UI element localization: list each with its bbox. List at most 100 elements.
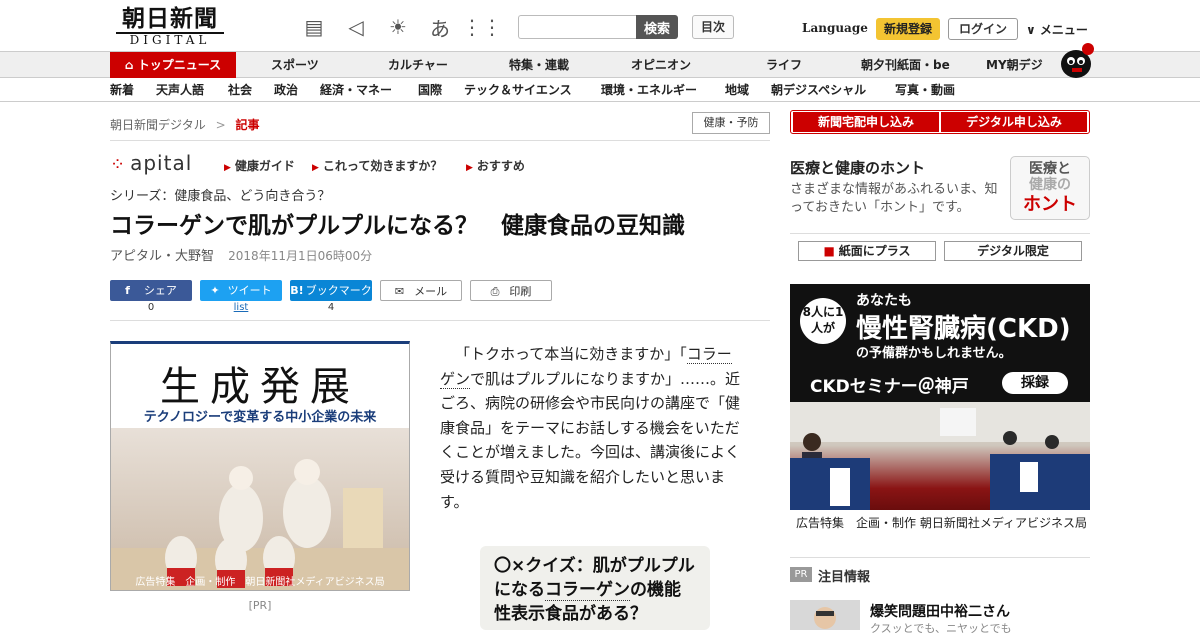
sub-nav: 新着 天声人語 社会 政治 経済・マネー 国際 テック＆サイエンス 環境・エネル…	[0, 78, 1200, 102]
body-text: 「トクホって本当に効きますか」「	[455, 345, 687, 363]
divider	[110, 320, 770, 321]
breadcrumb: 朝日新聞デジタル > 記事	[110, 116, 260, 133]
main-nav: ⌂ トップニュース スポーツ カルチャー 特集・連載 オピニオン ライフ 朝夕刊…	[0, 52, 1200, 78]
menu-button[interactable]: ∨ メニュー	[1026, 21, 1088, 38]
nav-paper-be[interactable]: 朝夕刊紙面・be	[861, 52, 950, 78]
nav-culture[interactable]: カルチャー	[388, 52, 448, 78]
tweet-label: ツイート	[227, 284, 272, 297]
subnav-tech-science[interactable]: テック＆サイエンス	[464, 78, 572, 102]
quiz-box: 〇×クイズ：肌がプルプルになるコラーゲンの機能性表示食品がある？	[480, 546, 710, 630]
article-author: アピタル・大野智	[110, 249, 215, 264]
header-icons: ▤ ◁ ☀ あ ⋮⋮	[300, 14, 502, 41]
pr-label: [PR]	[248, 599, 272, 612]
digital-only-button[interactable]: デジタル限定	[944, 241, 1082, 261]
ad-line1: あなたも	[856, 293, 912, 309]
contents-button[interactable]: 目次	[692, 15, 734, 39]
health-description: さまざまな情報があふれるいま、知っておきたい「ホント」です。	[790, 182, 998, 215]
share-label: シェア	[143, 284, 177, 297]
subnav-latest[interactable]: 新着	[110, 78, 134, 102]
ad-headline: 慢性腎臓病(CKD)	[856, 314, 1071, 344]
twitter-count-link[interactable]: list	[200, 302, 282, 313]
apital-link-recommended[interactable]: おすすめ	[466, 157, 525, 174]
grid-menu-icon[interactable]: ⋮⋮	[462, 14, 502, 40]
ad-line3: の予備群かもしれません。	[856, 346, 1012, 361]
ckd-advertisement[interactable]: 8人に1人が あなたも 慢性腎臓病(CKD) の予備群かもしれません。 CKDセ…	[790, 284, 1090, 510]
nav-features[interactable]: 特集・連載	[509, 52, 569, 78]
print-label: 印刷	[509, 285, 532, 298]
search-input[interactable]	[518, 15, 636, 39]
seminar-image	[790, 402, 1090, 510]
keyword-link-collagen-quiz[interactable]: コラーゲン	[545, 580, 630, 601]
ad-subtitle: テクノロジーで変革する中小企業の未来	[143, 410, 377, 425]
weather-icon[interactable]: ☀	[384, 14, 412, 40]
hatena-count: 4	[327, 302, 335, 313]
subnav-region[interactable]: 地域	[725, 78, 749, 102]
health-honto-logo[interactable]: 医療と 健康の ホント	[1010, 156, 1090, 220]
site-header: 朝日新聞 DIGITAL ▤ ◁ ☀ あ ⋮⋮ 検索 目次 Language 新…	[0, 0, 1200, 52]
facebook-share-button[interactable]: f シェア	[110, 280, 192, 301]
megaphone-icon[interactable]: ◁	[342, 14, 370, 40]
hina-dolls-image	[111, 459, 409, 590]
logo-text: 朝日新聞	[122, 5, 218, 32]
left-advertisement[interactable]: 生成発展 テクノロジーで変革する中小企業の未来 広告特集 企画・制作 朝日新聞社…	[110, 341, 410, 591]
apital-dots-icon: ⁘	[110, 154, 127, 175]
search-button[interactable]: 検索	[636, 15, 678, 39]
body-text: で肌はプルプルになりますか」……。近ごろ、病院の研修会や市民向けの講座で「健康食…	[440, 369, 741, 511]
bookmark-label: ブックマーク	[305, 284, 372, 297]
nav-opinion[interactable]: オピニオン	[631, 52, 691, 78]
language-link[interactable]: Language	[802, 21, 868, 35]
ad-record-badge: 採録	[1002, 372, 1068, 394]
ad-photo	[111, 428, 409, 590]
article-series[interactable]: シリーズ：健康食品、どう向き合う？	[110, 185, 330, 204]
twitter-share-button[interactable]: ✦ ツイート	[200, 280, 282, 301]
subnav-international[interactable]: 国際	[418, 78, 442, 102]
subnav-tenseijingo[interactable]: 天声人語	[156, 78, 204, 102]
apital-link-health-guide[interactable]: 健康ガイド	[224, 157, 295, 174]
apital-brand-text: apital	[130, 151, 193, 175]
news-title[interactable]: 爆笑問題田中裕二さん	[870, 601, 1010, 621]
health-heading[interactable]: 医療と健康のホント	[790, 157, 925, 178]
apital-logo[interactable]: ⁘ apital	[110, 151, 192, 175]
pr-badge: PR	[790, 567, 812, 582]
newspaper-icon[interactable]: ▤	[300, 14, 328, 40]
mail-button[interactable]: ✉ メール	[380, 280, 462, 301]
hatena-bookmark-button[interactable]: B! ブックマーク	[290, 280, 372, 301]
article-title: コラーゲンで肌がプルプルになる？ 健康食品の豆知識	[110, 213, 685, 239]
article-date: 2018年11月1日06時00分	[228, 249, 373, 263]
news-subtitle: クスッとでも、ニヤッとでも	[870, 622, 1012, 635]
article-byline: アピタル・大野智 2018年11月1日06時00分	[110, 245, 372, 264]
paper-plus-button[interactable]: ■ 紙面にプラス	[798, 241, 936, 261]
subnav-society[interactable]: 社会	[228, 78, 252, 102]
font-size-icon[interactable]: あ	[426, 14, 454, 41]
article-body: 「トクホって本当に効きますか」「コラーゲンで肌はプルプルになりますか」……。近ご…	[440, 342, 746, 514]
nav-sports[interactable]: スポーツ	[271, 52, 319, 78]
digital-subscribe-button[interactable]: デジタル申し込み	[941, 112, 1087, 132]
category-tag[interactable]: 健康・予防	[692, 112, 770, 134]
apital-link-does-it-work[interactable]: これって効きますか？	[312, 157, 442, 174]
divider	[790, 233, 1090, 234]
breadcrumb-home[interactable]: 朝日新聞デジタル	[110, 118, 206, 132]
divider	[110, 140, 770, 141]
breadcrumb-separator: >	[215, 118, 226, 132]
paper-subscribe-button[interactable]: 新聞宅配申し込み	[793, 112, 939, 132]
news-thumbnail[interactable]	[790, 600, 860, 630]
person-photo	[790, 600, 860, 630]
logo-subtext: DIGITAL	[116, 32, 224, 47]
facebook-icon: f	[125, 284, 130, 297]
login-button[interactable]: ログイン	[948, 18, 1018, 40]
ad-caption: 広告特集 企画・制作 朝日新聞社メディアビジネス局	[796, 516, 1087, 530]
nav-life[interactable]: ライフ	[766, 52, 802, 78]
subnav-politics[interactable]: 政治	[274, 78, 298, 102]
print-button[interactable]: ⎙ 印刷	[470, 280, 552, 301]
mail-icon: ✉	[394, 285, 405, 298]
seminar-photo	[790, 402, 1090, 510]
subnav-photo-video[interactable]: 写真・動画	[895, 78, 955, 102]
subnav-environment[interactable]: 環境・エネルギー	[601, 78, 697, 102]
nav-top-news[interactable]: ⌂ トップニュース	[110, 52, 236, 78]
subnav-economy[interactable]: 経済・マネー	[320, 78, 392, 102]
subnav-special[interactable]: 朝デジスペシャル	[771, 78, 866, 102]
register-button[interactable]: 新規登録	[876, 18, 940, 40]
asahi-logo[interactable]: 朝日新聞 DIGITAL	[110, 6, 230, 48]
nav-my-asadigi[interactable]: MY朝デジ	[986, 52, 1043, 78]
breadcrumb-current: 記事	[235, 118, 260, 132]
